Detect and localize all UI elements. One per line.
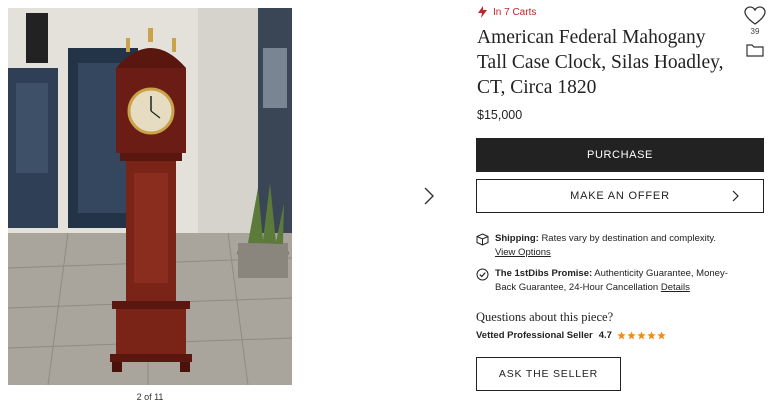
purchase-button[interactable]: PURCHASE xyxy=(476,138,764,172)
check-circle-icon xyxy=(476,268,489,281)
shipping-info: Shipping: Rates vary by destination and … xyxy=(476,232,746,260)
chevron-right-icon xyxy=(732,190,739,202)
product-title: American Federal Mahogany Tall Case Cloc… xyxy=(477,27,724,98)
star-icon xyxy=(657,331,666,340)
promise-text-block: The 1stDibs Promise: Authenticity Guaran… xyxy=(495,267,746,295)
product-image[interactable] xyxy=(8,8,292,385)
product-price: $15,000 xyxy=(477,108,523,122)
details-link[interactable]: Details xyxy=(661,282,690,293)
favorites-count: 39 xyxy=(750,27,760,36)
promise-info: The 1stDibs Promise: Authenticity Guaran… xyxy=(476,267,746,295)
shipping-text: Rates vary by destination and complexity… xyxy=(541,233,717,244)
make-offer-label: MAKE AN OFFER xyxy=(570,190,670,202)
lightning-icon xyxy=(478,6,487,18)
chevron-right-icon[interactable] xyxy=(420,184,438,208)
shipping-label: Shipping: xyxy=(495,233,539,244)
star-icon xyxy=(647,331,656,340)
star-icon xyxy=(637,331,646,340)
promise-label: The 1stDibs Promise: xyxy=(495,268,593,279)
view-options-link[interactable]: View Options xyxy=(495,247,551,258)
image-counter: 2 of 11 xyxy=(136,392,164,402)
make-offer-button[interactable]: MAKE AN OFFER xyxy=(476,179,764,213)
questions-heading: Questions about this piece? xyxy=(476,310,614,324)
seller-rating-value: 4.7 xyxy=(598,330,612,341)
seller-label: Vetted Professional Seller xyxy=(476,330,593,341)
seller-rating-row: Vetted Professional Seller 4.7 xyxy=(476,330,666,341)
folder-icon[interactable] xyxy=(746,43,764,57)
carts-badge: In 7 Carts xyxy=(478,6,536,18)
ask-seller-button[interactable]: ASK THE SELLER xyxy=(476,357,621,391)
heart-icon[interactable] xyxy=(744,6,766,26)
shipping-text-block: Shipping: Rates vary by destination and … xyxy=(495,232,716,260)
rating-stars xyxy=(617,331,666,340)
star-icon xyxy=(627,331,636,340)
carts-text: In 7 Carts xyxy=(493,6,537,18)
star-icon xyxy=(617,331,626,340)
box-icon xyxy=(476,233,489,246)
